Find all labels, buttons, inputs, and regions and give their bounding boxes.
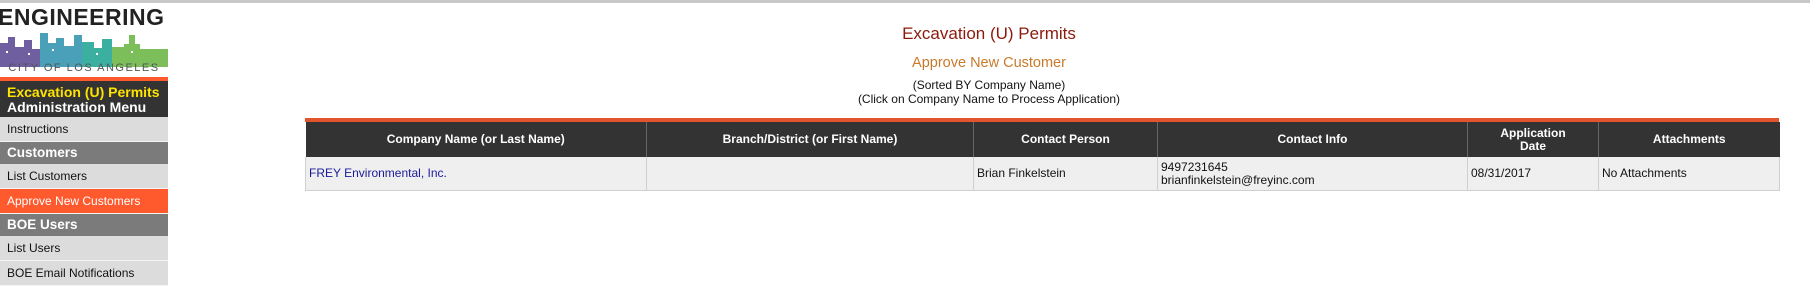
instruction-note: (Click on Company Name to Process Applic… xyxy=(857,92,1121,106)
menu-header: Excavation (U) Permits Administration Me… xyxy=(0,81,168,117)
top-border xyxy=(0,0,1810,3)
column-header-application-date: Application Date xyxy=(1467,122,1599,157)
contact-email: brianfinkelstein@freyinc.com xyxy=(1161,172,1315,187)
table-header-row: Company Name (or Last Name) Branch/Distr… xyxy=(305,122,1780,157)
column-header-contact: Contact Person xyxy=(973,122,1158,157)
column-header-attachments: Attachments xyxy=(1598,122,1780,157)
column-header-branch: Branch/District (or First Name) xyxy=(646,122,974,157)
sidebar-item-list-users[interactable]: List Users xyxy=(0,236,168,261)
sidebar-item-approve-new-customers[interactable]: Approve New Customers xyxy=(0,189,168,214)
cell-contact-info: 9497231645 brianfinkelstein@freyinc.com xyxy=(1157,157,1468,191)
menu-app-name: Excavation (U) Permits xyxy=(7,84,160,100)
menu-name: Administration Menu xyxy=(7,99,147,115)
logo-subtitle: CITY OF LOS ANGELES xyxy=(8,62,160,74)
cell-branch xyxy=(646,157,974,191)
cell-company: FREY Environmental, Inc. xyxy=(305,157,647,191)
page-title: Excavation (U) Permits xyxy=(902,24,1076,43)
page-subtitle: Approve New Customer xyxy=(912,55,1066,71)
sidebar-section-boe-users: BOE Users xyxy=(0,214,168,236)
sidebar-item-boe-email-notifications[interactable]: BOE Email Notifications xyxy=(0,261,168,286)
column-header-company: Company Name (or Last Name) xyxy=(305,122,647,157)
company-link[interactable]: FREY Environmental, Inc. xyxy=(309,166,447,180)
engineering-logo: ENGINEERING CITY OF LOS ANGELES xyxy=(0,3,168,77)
column-header-date-line1: Application xyxy=(1500,125,1566,140)
logo-title: ENGINEERING xyxy=(0,4,165,30)
cell-application-date: 08/31/2017 xyxy=(1467,157,1599,191)
cell-attachments: No Attachments xyxy=(1598,157,1780,191)
sidebar-section-customers: Customers xyxy=(0,142,168,164)
table-row: FREY Environmental, Inc. Brian Finkelste… xyxy=(305,157,1780,191)
customers-table: Company Name (or Last Name) Branch/Distr… xyxy=(305,118,1780,191)
cell-contact-person: Brian Finkelstein xyxy=(973,157,1158,191)
column-header-date-line2: Date xyxy=(1519,138,1546,153)
column-header-contact-info: Contact Info xyxy=(1157,122,1468,157)
sort-note: (Sorted BY Company Name) xyxy=(912,78,1066,92)
contact-phone: 9497231645 xyxy=(1161,159,1228,174)
sidebar: ENGINEERING CITY OF LOS ANGELES Excavati… xyxy=(0,3,168,286)
sidebar-item-list-customers[interactable]: List Customers xyxy=(0,164,168,189)
sidebar-item-instructions[interactable]: Instructions xyxy=(0,117,168,142)
